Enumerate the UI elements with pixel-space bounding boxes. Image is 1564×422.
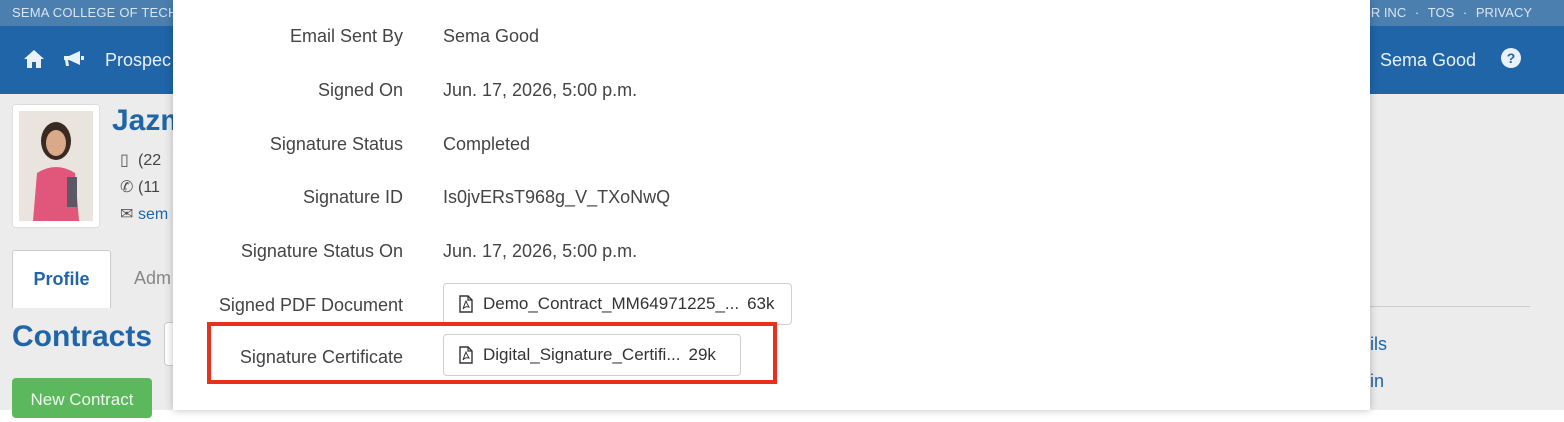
- email-sent-by-label: Email Sent By: [289, 26, 403, 46]
- signature-certificate-download-button[interactable]: Digital_Signature_Certifi... 29k: [443, 334, 741, 376]
- email-sent-by-value: Sema Good: [443, 26, 540, 46]
- home-icon[interactable]: [22, 48, 46, 75]
- divider: [1370, 306, 1530, 307]
- signature-certificate-label: Signature Certificate: [239, 347, 403, 367]
- privacy-link[interactable]: PRIVACY: [1476, 5, 1532, 20]
- side-link-details[interactable]: ils: [1370, 334, 1387, 355]
- certificate-filename: Digital_Signature_Certifi...: [483, 345, 681, 364]
- user-menu[interactable]: Sema Good: [1380, 50, 1476, 71]
- signature-id-label: Signature ID: [302, 187, 403, 207]
- pdf-file-icon: [459, 295, 473, 313]
- signature-status-on-label: Signature Status On: [240, 241, 403, 261]
- phone-mobile-value: (22: [138, 152, 162, 169]
- school-name: SEMA COLLEGE OF TECH: [12, 5, 178, 20]
- signed-on-label: Signed On: [317, 80, 403, 100]
- megaphone-icon[interactable]: [62, 48, 86, 75]
- signature-status-on-value: Jun. 17, 2026, 5:00 p.m.: [443, 241, 638, 261]
- utility-links: OR INC · TOS · PRIVACY: [1356, 5, 1532, 20]
- tab-admissions[interactable]: Adm: [134, 268, 171, 289]
- email-link[interactable]: ✉ sem: [120, 204, 168, 224]
- signature-status-value: Completed: [443, 134, 531, 154]
- separator: ·: [1462, 5, 1468, 20]
- phone-home-value: (11: [138, 179, 160, 196]
- tab-profile[interactable]: Profile: [12, 250, 111, 308]
- help-icon[interactable]: ?: [1500, 47, 1522, 74]
- avatar: [12, 104, 100, 228]
- contracts-heading: Contracts: [12, 320, 153, 353]
- signature-id-value: Is0jvERsT968g_V_TXoNwQ: [443, 187, 671, 207]
- signed-pdf-size: 63k: [747, 294, 775, 313]
- svg-text:?: ?: [1507, 50, 1516, 66]
- certificate-size: 29k: [688, 345, 716, 364]
- pdf-file-icon: [459, 346, 473, 364]
- phone-home: ✆ (11: [120, 177, 160, 197]
- signature-status-label: Signature Status: [269, 134, 403, 154]
- envelope-icon: ✉: [120, 206, 134, 223]
- mobile-phone-icon: ▯: [120, 152, 129, 169]
- tos-link[interactable]: TOS: [1428, 5, 1455, 20]
- separator: ·: [1414, 5, 1420, 20]
- side-link-login[interactable]: in: [1370, 371, 1384, 392]
- signature-details-modal: Email Sent By Sema Good Signed On Jun. 1…: [173, 0, 1370, 410]
- signed-pdf-label: Signed PDF Document: [218, 295, 403, 315]
- signed-pdf-filename: Demo_Contract_MM64971225_...: [483, 294, 740, 313]
- profile-photo: [19, 111, 93, 221]
- new-contract-button[interactable]: New Contract: [12, 378, 152, 418]
- signed-pdf-download-button[interactable]: Demo_Contract_MM64971225_... 63k: [443, 283, 792, 325]
- phone-icon: ✆: [120, 179, 134, 196]
- nav-prospects-link[interactable]: Prospec: [105, 50, 171, 71]
- phone-mobile: ▯ (22: [120, 150, 161, 170]
- email-value[interactable]: sem: [138, 206, 168, 223]
- signed-on-value: Jun. 17, 2026, 5:00 p.m.: [443, 80, 638, 100]
